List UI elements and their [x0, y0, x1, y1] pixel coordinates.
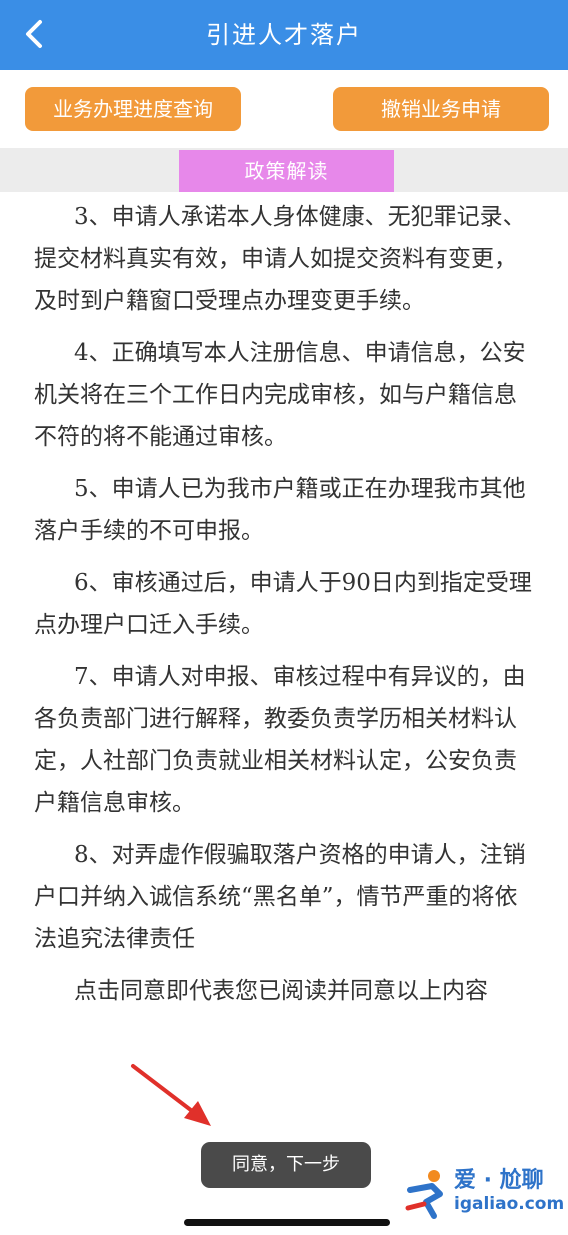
- watermark-url: igaliao.com: [454, 1194, 565, 1214]
- policy-item-7: 7、申请人对申报、审核过程中有异议的，由各负责部门进行解释，教委负责学历相关材料…: [34, 664, 526, 816]
- policy-content: 3、申请人承诺本人身体健康、无犯罪记录、提交材料真实有效，申请人如提交资料有变更…: [34, 196, 534, 1022]
- watermark-title: 爱 · 尬聊: [454, 1168, 544, 1193]
- policy-item-6: 6、审核通过后，申请人于90日内到指定受理点办理户口迁入手续。: [34, 570, 532, 638]
- page-title: 引进人才落户: [206, 21, 362, 49]
- policy-item-3: 3、申请人承诺本人身体健康、无犯罪记录、提交材料真实有效，申请人如提交资料有变更…: [34, 204, 526, 314]
- policy-item-8: 8、对弄虚作假骗取落户资格的申请人，注销户口并纳入诚信系统“黑名单”，情节严重的…: [34, 842, 526, 952]
- runner-logo-icon: [405, 1170, 443, 1219]
- policy-item-5: 5、申请人已为我市户籍或正在办理我市其他落户手续的不可申报。: [34, 476, 526, 544]
- action-bar: 业务办理进度查询 撤销业务申请: [0, 70, 568, 148]
- agree-next-button[interactable]: 同意，下一步: [201, 1142, 371, 1188]
- tab-policy-interpretation[interactable]: 政策解读: [179, 150, 394, 192]
- app-header: 引进人才落户: [0, 0, 568, 70]
- policy-item-4: 4、正确填写本人注册信息、申请信息，公安机关将在三个工作日内完成审核，如与户籍信…: [34, 340, 526, 450]
- cancel-application-button[interactable]: 撤销业务申请: [333, 87, 549, 131]
- progress-query-button[interactable]: 业务办理进度查询: [25, 87, 241, 131]
- home-indicator[interactable]: [184, 1219, 390, 1226]
- consent-text: 点击同意即代表您已阅读并同意以上内容: [74, 978, 488, 1004]
- watermark-logo: 爱 · 尬聊 igaliao.com: [404, 1160, 564, 1228]
